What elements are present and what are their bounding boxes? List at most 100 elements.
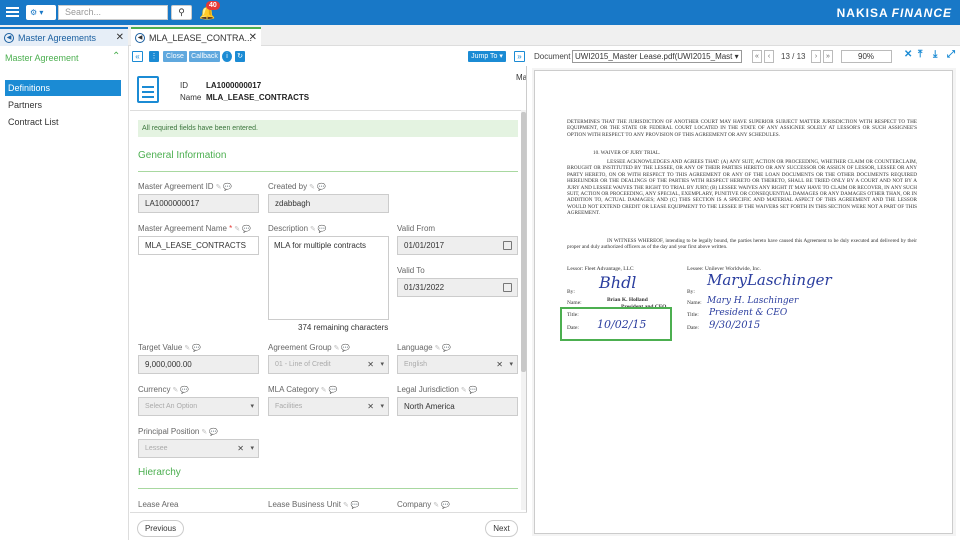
download-icon[interactable]: ⤓	[933, 49, 937, 60]
callback-button[interactable]: Callback	[189, 51, 220, 62]
page-indicator[interactable]: 13 / 13	[781, 50, 805, 63]
more-options-icon[interactable]: ⋮	[149, 51, 159, 62]
master-agreement-id-label: Master Agreement ID ✎ 💬	[138, 182, 233, 191]
lease-area-label: Lease Area	[138, 500, 179, 509]
close-button[interactable]: Close	[163, 51, 187, 62]
record-toolbar: « ⋮ Close Callback i ↻ Jump To ▾ »	[130, 46, 528, 66]
chevron-up-icon[interactable]: ⌃	[112, 51, 120, 62]
valid-from-label: Valid From	[397, 224, 436, 233]
close-icon[interactable]: ✕	[904, 49, 912, 60]
language-select[interactable]: English ✕ ▾	[397, 355, 518, 374]
tab-bar: ◀ Master Agreements ✕ ◀ MLA_LEASE_CONTRA…	[0, 25, 960, 46]
info-icon[interactable]: i	[222, 51, 232, 62]
chevron-down-icon[interactable]: ▾	[509, 356, 513, 373]
clear-icon[interactable]: ✕	[367, 356, 374, 373]
search-input[interactable]: Search...	[58, 5, 168, 20]
nav-item-definitions[interactable]: Definitions	[5, 80, 121, 96]
tab-label: Master Agreements	[18, 33, 97, 43]
upload-icon[interactable]: ⤒	[918, 49, 922, 60]
name-value: MLA_LEASE_CONTRACTS	[206, 93, 310, 102]
target-value-field[interactable]: 9,000,000.00	[138, 355, 259, 374]
currency-select[interactable]: Select An Option ▾	[138, 397, 259, 416]
close-icon[interactable]: ✕	[249, 29, 257, 47]
document-canvas[interactable]: DETERMINES THAT THE JURISDICTION OF ANOT…	[532, 68, 956, 536]
close-icon[interactable]: ✕	[116, 29, 124, 47]
back-icon: ◀	[4, 33, 14, 43]
brand-logo: NAKISA FINANCE	[836, 6, 952, 20]
legal-jurisdiction-field[interactable]: North America	[397, 397, 518, 416]
section-hierarchy: Hierarchy	[138, 467, 181, 478]
validation-message: All required fields have been entered.	[138, 120, 518, 137]
scope-selector[interactable]: ⚙ ▾	[26, 5, 56, 20]
document-viewer: Document UWI2015_Master Lease.pdf(UWI201…	[528, 46, 960, 540]
created-by-label: Created by ✎ 💬	[268, 182, 326, 191]
form-scrollbar[interactable]	[521, 110, 526, 510]
principal-position-select[interactable]: Lessee ✕ ▾	[138, 439, 259, 458]
last-page-icon[interactable]: »	[823, 50, 833, 63]
valid-from-field[interactable]: 01/01/2017	[397, 236, 518, 255]
menu-icon[interactable]	[6, 7, 19, 17]
name-label: Name	[180, 93, 202, 102]
globe-icon: ⚙ ▾	[30, 8, 44, 17]
chevron-down-icon[interactable]: ▾	[250, 398, 254, 415]
nav-item-contract-list[interactable]: Contract List	[5, 114, 121, 130]
company-label: Company ✎ 💬	[397, 500, 450, 509]
prev-page-icon[interactable]: ‹	[764, 50, 774, 63]
nav-section-header[interactable]: Master Agreement	[5, 53, 79, 63]
master-agreement-name-field[interactable]: MLA_LEASE_CONTRACTS	[138, 236, 259, 255]
principal-position-label: Principal Position ✎ 💬	[138, 427, 218, 436]
id-value: LA1000000017	[206, 81, 262, 90]
created-by-field[interactable]: zdabbagh	[268, 194, 389, 213]
signer2-name: Mary H. Laschinger	[707, 296, 799, 306]
clear-icon[interactable]: ✕	[237, 440, 244, 457]
mla-category-select[interactable]: Facilities ✕ ▾	[268, 397, 389, 416]
search-button[interactable]: ⚲	[171, 5, 192, 20]
document-select[interactable]: UWI2015_Master Lease.pdf(UWI2015_Mast ▾	[572, 50, 742, 63]
lessor-signature: Bhdl	[599, 273, 637, 292]
chevron-down-icon[interactable]: ▾	[380, 398, 384, 415]
viewer-toolbar: Document UWI2015_Master Lease.pdf(UWI201…	[528, 46, 960, 66]
zoom-input[interactable]: 90%	[841, 50, 892, 63]
title-label: Title:	[687, 312, 699, 318]
valid-to-field[interactable]: 01/31/2022	[397, 278, 518, 297]
target-value-label: Target Value ✎ 💬	[138, 343, 201, 352]
first-page-icon[interactable]: «	[752, 50, 762, 63]
expand-right-icon[interactable]: »	[514, 51, 525, 62]
ma-label: Ma	[516, 73, 527, 82]
chevron-down-icon[interactable]: ▾	[380, 356, 384, 373]
agreement-group-select[interactable]: 01 - Line of Credit ✕ ▾	[268, 355, 389, 374]
calendar-icon[interactable]	[503, 283, 512, 292]
doc-paragraph: LESSEE ACKNOWLEDGES AND AGREES THAT: (A)…	[567, 159, 917, 217]
name-label: Name:	[687, 300, 702, 306]
chevron-down-icon[interactable]: ▾	[250, 440, 254, 457]
top-bar: ⚙ ▾ Search... ⚲ 🔔 40 NAKISA FINANCE	[0, 0, 960, 25]
refresh-icon[interactable]: ↻	[235, 51, 245, 62]
language-label: Language ✎ 💬	[397, 343, 452, 352]
collapse-left-icon[interactable]: «	[132, 51, 143, 62]
search-icon: ⚲	[178, 7, 185, 17]
tab-label: MLA_LEASE_CONTRA...	[149, 33, 253, 43]
expand-icon[interactable]: ⤢	[947, 49, 955, 60]
document-icon	[137, 76, 159, 103]
doc-section-heading: 10. WAIVER OF JURY TRIAL.	[593, 150, 661, 156]
by-label: By:	[687, 289, 695, 295]
section-general-information: General Information	[138, 150, 227, 161]
next-page-icon[interactable]: ›	[811, 50, 821, 63]
nav-item-partners[interactable]: Partners	[5, 97, 121, 113]
clear-icon[interactable]: ✕	[367, 398, 374, 415]
tab-master-agreements[interactable]: ◀ Master Agreements ✕	[0, 27, 128, 46]
next-button[interactable]: Next	[485, 520, 518, 537]
description-label: Description ✎ 💬	[268, 224, 327, 233]
master-agreement-id-field[interactable]: LA1000000017	[138, 194, 259, 213]
calendar-icon[interactable]	[503, 241, 512, 250]
valid-to-label: Valid To	[397, 266, 425, 275]
clear-icon[interactable]: ✕	[496, 356, 503, 373]
previous-button[interactable]: Previous	[137, 520, 184, 537]
name-label: Name:	[567, 300, 582, 306]
doc-paragraph: DETERMINES THAT THE JURISDICTION OF ANOT…	[567, 119, 917, 138]
jump-to-button[interactable]: Jump To ▾	[468, 51, 506, 62]
agreement-group-label: Agreement Group ✎ 💬	[268, 343, 351, 352]
lessee-signature: MaryLaschinger	[707, 271, 832, 289]
tab-mla-lease-contracts[interactable]: ◀ MLA_LEASE_CONTRA... ✕	[131, 27, 261, 46]
description-textarea[interactable]: MLA for multiple contracts	[268, 236, 389, 320]
